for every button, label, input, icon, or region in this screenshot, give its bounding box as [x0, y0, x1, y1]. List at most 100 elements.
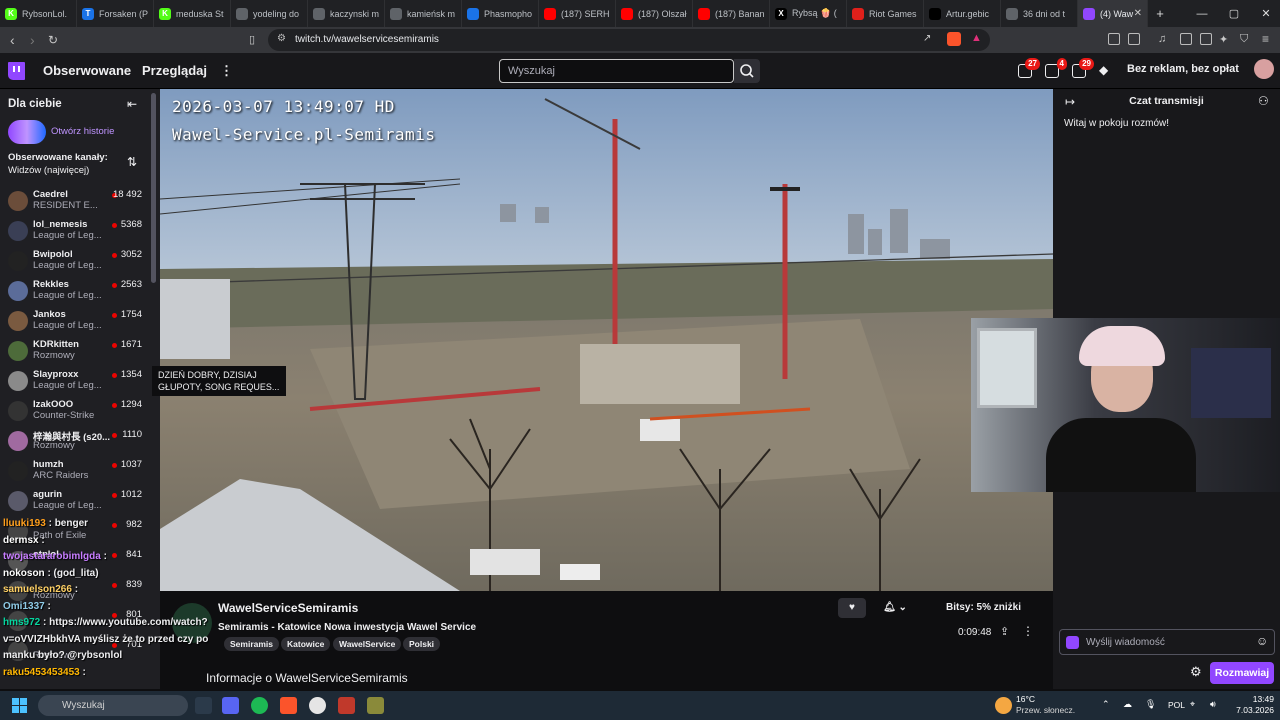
followed-channel[interactable]: Caedrel RESIDENT E... 18 492 [0, 187, 160, 217]
browser-tab[interactable]: yodeling do [231, 0, 308, 27]
browser-tab[interactable]: (4) Waw ✕ [1078, 0, 1148, 27]
tag-semiramis[interactable]: Semiramis [224, 637, 279, 651]
browser-tab[interactable]: 36 dni od t [1001, 0, 1078, 27]
url-text[interactable]: twitch.tv/wawelservicesemiramis [295, 34, 439, 45]
open-stories-link[interactable]: Otwórz historie [51, 126, 114, 137]
turbo-adfree-button[interactable]: Bez reklam, bez opłat [1127, 63, 1239, 75]
followed-channel[interactable]: lol_nemesis League of Leg... 5368 [0, 217, 160, 247]
nav-browse[interactable]: Przeglądaj [142, 63, 207, 78]
followed-channel[interactable]: humzh ARC Raiders 1037 [0, 457, 160, 487]
task-view-icon[interactable] [195, 697, 212, 714]
browser-tab[interactable]: (187) Banan [693, 0, 770, 27]
chat-input[interactable]: Wyślij wiadomość ☺ [1059, 629, 1275, 655]
clock-time[interactable]: 13:49 [1234, 694, 1274, 704]
taskbar-search[interactable]: Wyszukaj [38, 695, 188, 716]
followed-channel[interactable]: IzakOOO Counter-Strike 1294 [0, 397, 160, 427]
share-icon[interactable]: ↗ [923, 33, 931, 44]
new-tab-button[interactable]: + [1148, 6, 1172, 21]
followed-channel[interactable]: 梓瀚與村長 (s20... Rozmowy 1110 [0, 427, 160, 457]
mic-icon[interactable]: 🎙︎ [1145, 699, 1156, 710]
twitch-logo-icon[interactable] [8, 62, 25, 80]
chat-send-button[interactable]: Rozmawiaj [1210, 662, 1274, 684]
notifications-icon[interactable]: 29 [1072, 58, 1094, 78]
chat-users-icon[interactable]: ⚇ [1258, 94, 1269, 108]
browser-tab[interactable]: Kmeduska St [154, 0, 231, 27]
browser-tab[interactable]: Riot Games [847, 0, 924, 27]
browser-tab[interactable]: (187) Olszał [616, 0, 693, 27]
tray-chevron-icon[interactable]: ⌃ [1102, 699, 1110, 710]
minimize-icon[interactable]: — [1186, 0, 1218, 27]
volume-icon[interactable]: 🔊︎ [1210, 699, 1216, 710]
browser-tab[interactable]: Phasmopho [462, 0, 539, 27]
onedrive-icon[interactable]: ☁ [1123, 699, 1132, 710]
media-icon[interactable]: ♫ [1158, 33, 1166, 45]
notifications-toggle[interactable]: 🔔︎ ⌄ [874, 598, 916, 618]
browser-tab[interactable]: kamieńsk m [385, 0, 462, 27]
followed-channel[interactable]: Slayproxx League of Leg... 1354 [0, 367, 160, 397]
back-icon[interactable]: ‹ [10, 32, 15, 48]
browser-tab[interactable]: kaczynski m [308, 0, 385, 27]
leo-ai-icon[interactable]: ✦ [1219, 33, 1228, 46]
followed-channel[interactable]: Rekkles League of Leg... 2563 [0, 277, 160, 307]
language-indicator[interactable]: POL [1168, 700, 1185, 710]
chat-settings-icon[interactable]: ⚙ [1190, 664, 1202, 680]
user-avatar[interactable] [1254, 59, 1274, 79]
inbox-icon[interactable]: 27 [1018, 58, 1040, 78]
search-button[interactable] [734, 59, 760, 83]
bits-discount-button[interactable]: Bitsy: 5% zniżki [924, 598, 1024, 618]
nav-more-icon[interactable]: ⋮ [220, 63, 233, 79]
browser-tab[interactable]: K RybsonLol. [0, 0, 77, 27]
browser-tab[interactable]: X Rybsą 🍿 ( [770, 0, 847, 27]
tag-katowice[interactable]: Katowice [281, 637, 331, 651]
brave-icon[interactable] [280, 697, 297, 714]
stories-avatar[interactable] [8, 120, 46, 144]
close-window-icon[interactable]: ✕ [1250, 0, 1280, 27]
followed-channel[interactable]: Jankos League of Leg... 1754 [0, 307, 160, 337]
tab-search-icon[interactable] [1128, 33, 1140, 45]
browser-tab[interactable]: (187) SERH [539, 0, 616, 27]
clock-date[interactable]: 7.03.2026 [1220, 705, 1274, 715]
nav-following[interactable]: Obserwowane [43, 63, 131, 78]
followed-channel[interactable]: KDRkitten Rozmowy 1671 [0, 337, 160, 367]
reload-icon[interactable]: ↻ [48, 33, 58, 47]
sort-label[interactable]: Widzów (najwięcej) [8, 165, 89, 176]
maximize-icon[interactable]: ▢ [1218, 0, 1250, 27]
more-options-icon[interactable]: ⋮ [1022, 624, 1034, 638]
whispers-icon[interactable]: 4 [1045, 58, 1067, 78]
channel-name[interactable]: WawelServiceSemiramis [218, 601, 358, 615]
tag-polski[interactable]: Polski [403, 637, 441, 651]
address-bar[interactable]: ⚙ twitch.tv/wawelservicesemiramis ↗ ▲ [268, 29, 990, 51]
chat-identity-icon[interactable] [1066, 636, 1079, 649]
sort-icon[interactable]: ⇅ [127, 155, 137, 169]
obs-icon[interactable] [309, 697, 326, 714]
close-tab-icon[interactable]: ✕ [1134, 8, 1142, 19]
site-info-icon[interactable]: ⚙ [277, 33, 286, 44]
followed-channel[interactable]: Bwipolol League of Leg... 3052 [0, 247, 160, 277]
forward-icon[interactable]: › [30, 32, 35, 48]
bookmark-icon[interactable]: ▯ [249, 33, 255, 46]
weather-icon[interactable] [995, 697, 1012, 714]
browser-tab[interactable]: T Forsaken (P [77, 0, 154, 27]
brave-rewards-icon[interactable]: ▲ [971, 32, 982, 44]
vpn-icon[interactable]: ⛉ [1240, 33, 1248, 46]
sidebar-scrollbar[interactable] [151, 93, 156, 283]
app-icon-2[interactable] [367, 697, 384, 714]
start-icon[interactable] [12, 698, 28, 714]
discord-icon[interactable] [222, 697, 239, 714]
follow-button[interactable]: ♥ [838, 598, 866, 618]
browser-tab[interactable]: Artur.gebic [924, 0, 1001, 27]
brave-shields-icon[interactable] [947, 32, 961, 46]
search-input[interactable]: Wyszukaj [499, 59, 734, 83]
menu-icon[interactable]: ≡ [1262, 32, 1269, 46]
bits-icon[interactable]: ◆ [1099, 63, 1108, 77]
emote-picker-icon[interactable]: ☺ [1256, 634, 1268, 648]
wallet-icon[interactable] [1200, 33, 1212, 45]
extensions-icon[interactable] [1108, 33, 1120, 45]
share-stream-icon[interactable]: ⇪ [1000, 625, 1009, 638]
app-icon[interactable] [338, 697, 355, 714]
sidebar-toggle-icon[interactable] [1180, 33, 1192, 45]
network-icon[interactable]: ⌖ [1190, 699, 1195, 710]
spotify-icon[interactable] [251, 697, 268, 714]
tag-wawelservice[interactable]: WawelService [333, 637, 402, 651]
video-player[interactable]: 2026-03-07 13:49:07 HD Wawel-Service.pl-… [160, 89, 1053, 591]
